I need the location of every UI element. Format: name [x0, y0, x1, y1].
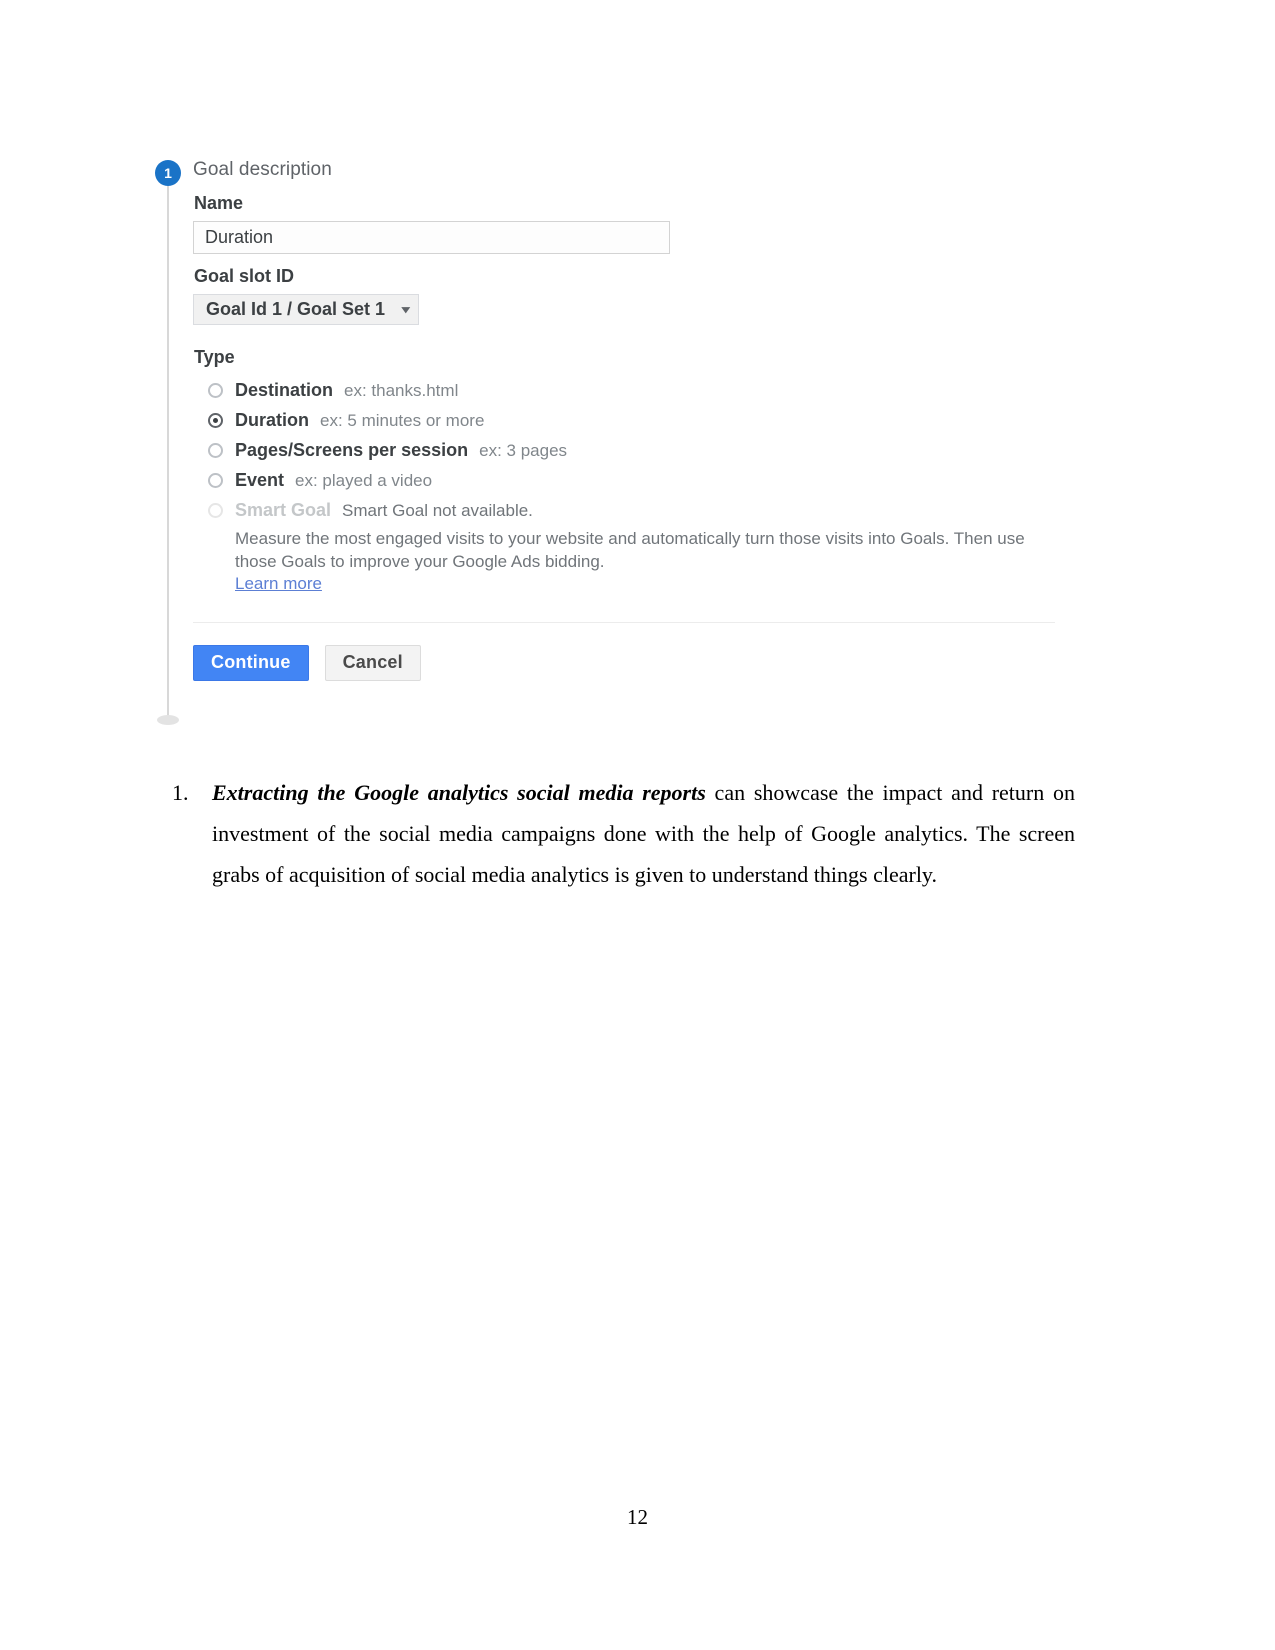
goal-slot-id-select[interactable]: Goal Id 1 / Goal Set 1 ▾ [193, 294, 419, 325]
action-button-row: Continue Cancel [193, 645, 1055, 682]
continue-button[interactable]: Continue [193, 645, 309, 682]
type-option-destination[interactable]: Destination ex: thanks.html [208, 375, 1055, 405]
radio-icon[interactable] [208, 473, 223, 488]
type-option-label: Duration [235, 410, 309, 430]
list-item: 1. Extracting the Google analytics socia… [170, 772, 1075, 895]
goal-slot-id-value: Goal Id 1 / Goal Set 1 [206, 299, 386, 319]
radio-icon[interactable] [208, 383, 223, 398]
radio-selected-icon[interactable] [208, 413, 223, 428]
type-option-example: Smart Goal not available. [342, 501, 533, 520]
learn-more-link[interactable]: Learn more [235, 574, 322, 594]
section-title: Goal description [193, 159, 332, 180]
type-option-duration[interactable]: Duration ex: 5 minutes or more [208, 405, 1055, 435]
page-number: 12 [627, 1505, 648, 1529]
step-connector-end-cap [157, 715, 179, 725]
goal-description-panel: Goal description Name Goal slot ID Goal … [193, 150, 1055, 682]
type-option-event[interactable]: Event ex: played a video [208, 465, 1055, 495]
type-label: Type [194, 347, 235, 367]
type-option-label: Event [235, 470, 285, 490]
goal-name-input[interactable] [193, 221, 670, 254]
goal-setup-screenshot: 1 Goal description Name Goal slot ID Goa… [155, 150, 1055, 730]
type-option-example: ex: 5 minutes or more [320, 411, 485, 430]
name-field-label: Name [194, 193, 244, 213]
list-item-text: Extracting the Google analytics social m… [212, 772, 1075, 895]
chevron-down-icon: ▾ [401, 304, 410, 316]
type-option-example: ex: 3 pages [479, 441, 568, 460]
panel-divider [193, 622, 1055, 624]
type-option-example: ex: played a video [295, 471, 433, 490]
list-item-lead-bold: Extracting the Google analytics social m… [212, 780, 706, 805]
type-option-pages-screens-per-session[interactable]: Pages/Screens per session ex: 3 pages [208, 435, 1055, 465]
step-number-badge: 1 [155, 160, 181, 186]
type-option-smart-goal: Smart Goal Smart Goal not available. [208, 495, 1055, 525]
type-option-example: ex: thanks.html [344, 381, 459, 400]
type-option-label: Pages/Screens per session [235, 440, 469, 460]
smart-goal-description: Measure the most engaged visits to your … [235, 529, 1025, 572]
radio-disabled-icon [208, 503, 223, 518]
type-option-label: Destination [235, 380, 334, 400]
step-connector-line [167, 186, 169, 721]
list-item-marker: 1. [172, 780, 189, 805]
document-numbered-list: 1. Extracting the Google analytics socia… [170, 772, 1075, 895]
radio-icon[interactable] [208, 443, 223, 458]
cancel-button[interactable]: Cancel [324, 645, 421, 682]
goal-slot-id-label: Goal slot ID [194, 266, 295, 286]
type-option-label: Smart Goal [235, 500, 332, 520]
